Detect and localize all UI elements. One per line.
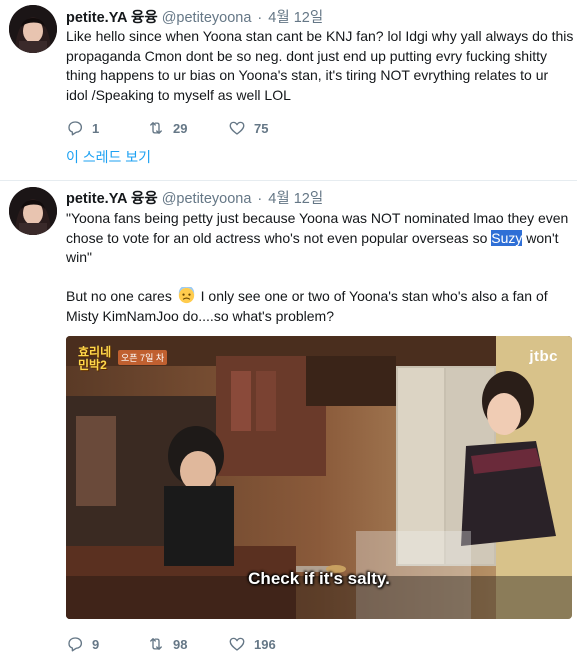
retweet-count: 29: [173, 120, 188, 136]
reply-count: 1: [92, 120, 100, 136]
tweet-header: petite.YA 융융 @petiteyoona · 4월 12일: [66, 187, 323, 208]
tweet-text-line: But no one cares I only see one or two o…: [66, 287, 571, 307]
like-count: 75: [254, 120, 269, 136]
selected-text[interactable]: Suzy: [491, 229, 523, 246]
user-name[interactable]: petite.YA 융융: [66, 191, 158, 207]
avatar[interactable]: [9, 187, 57, 235]
tweet-media-image[interactable]: 효리네 민박2 오픈 7일 차 jtbc Check if it's salty…: [66, 336, 572, 619]
tweet-text-line: chose to vote for an old actress who's n…: [66, 229, 571, 249]
tweet-text-line: Like hello since when Yoona stan cant be…: [66, 28, 574, 44]
video-subtitle: Check if it's salty.: [248, 569, 390, 588]
tweet-text: Like hello since when Yoona stan cant be…: [66, 27, 574, 105]
retweet-icon: [150, 122, 162, 134]
tweet-text-segment: I only see one or two of Yoona's stan wh…: [196, 288, 548, 304]
tweet[interactable]: petite.YA 융융 @petiteyoona · 4월 12일 "Yoona…: [0, 181, 577, 666]
show-episode-tag: 오픈 7일 차: [118, 350, 168, 365]
heart-icon: [229, 121, 245, 135]
user-handle[interactable]: @petiteyoona: [162, 191, 252, 207]
tweet-date[interactable]: 4월 12일: [268, 10, 323, 26]
tweet[interactable]: petite.YA 융융 @petiteyoona · 4월 12일 Like h…: [0, 0, 577, 181]
retweet-count: 98: [173, 636, 188, 652]
tweet-text-segment: chose to vote for an old actress who's n…: [66, 229, 492, 246]
user-name[interactable]: petite.YA 융융: [66, 10, 158, 26]
retweet-button[interactable]: 29: [147, 119, 187, 137]
tweet-text: "Yoona fans being petty just because Yoo…: [66, 209, 571, 326]
reply-icon: [68, 637, 83, 652]
user-handle[interactable]: @petiteyoona: [162, 10, 252, 26]
like-button[interactable]: 75: [228, 119, 268, 137]
reply-icon: [68, 121, 83, 136]
reply-count: 9: [92, 636, 100, 652]
tweet-text-line: Misty KimNamJoo do....so what's problem?: [66, 307, 334, 324]
show-thread-link[interactable]: 이 스레드 보기: [66, 147, 151, 167]
tweet-text-line: win": [66, 249, 92, 265]
like-button[interactable]: 196: [228, 635, 276, 653]
like-count: 196: [254, 636, 276, 652]
show-logo: 효리네 민박2: [78, 345, 112, 372]
separator: ·: [257, 10, 263, 26]
tweet-text-segment: But no one cares: [66, 288, 176, 304]
reply-button[interactable]: 1: [66, 119, 99, 137]
tweet-text-line: idol /Speaking to myself as well LOL: [66, 86, 291, 103]
heart-icon: [229, 637, 245, 651]
tweet-text-segment: won't: [522, 229, 559, 246]
avatar[interactable]: [9, 5, 57, 53]
anxious-face-emoji-icon: [178, 287, 194, 304]
reply-button[interactable]: 9: [66, 635, 99, 653]
retweet-button[interactable]: 98: [147, 635, 187, 653]
retweet-icon: [150, 638, 162, 650]
tweet-text-line: "Yoona fans being petty just because Yoo…: [66, 210, 569, 226]
tweet-header: petite.YA 융융 @petiteyoona · 4월 12일: [66, 6, 323, 27]
broadcaster-watermark: jtbc: [529, 348, 558, 365]
tweet-date[interactable]: 4월 12일: [268, 191, 323, 207]
separator: ·: [257, 191, 263, 207]
tweet-text-line: propaganda Cmon dont be so neg. dont jus…: [66, 47, 547, 64]
tweet-text-line: thing happens to ur bias on Yoona's stan…: [66, 67, 549, 83]
